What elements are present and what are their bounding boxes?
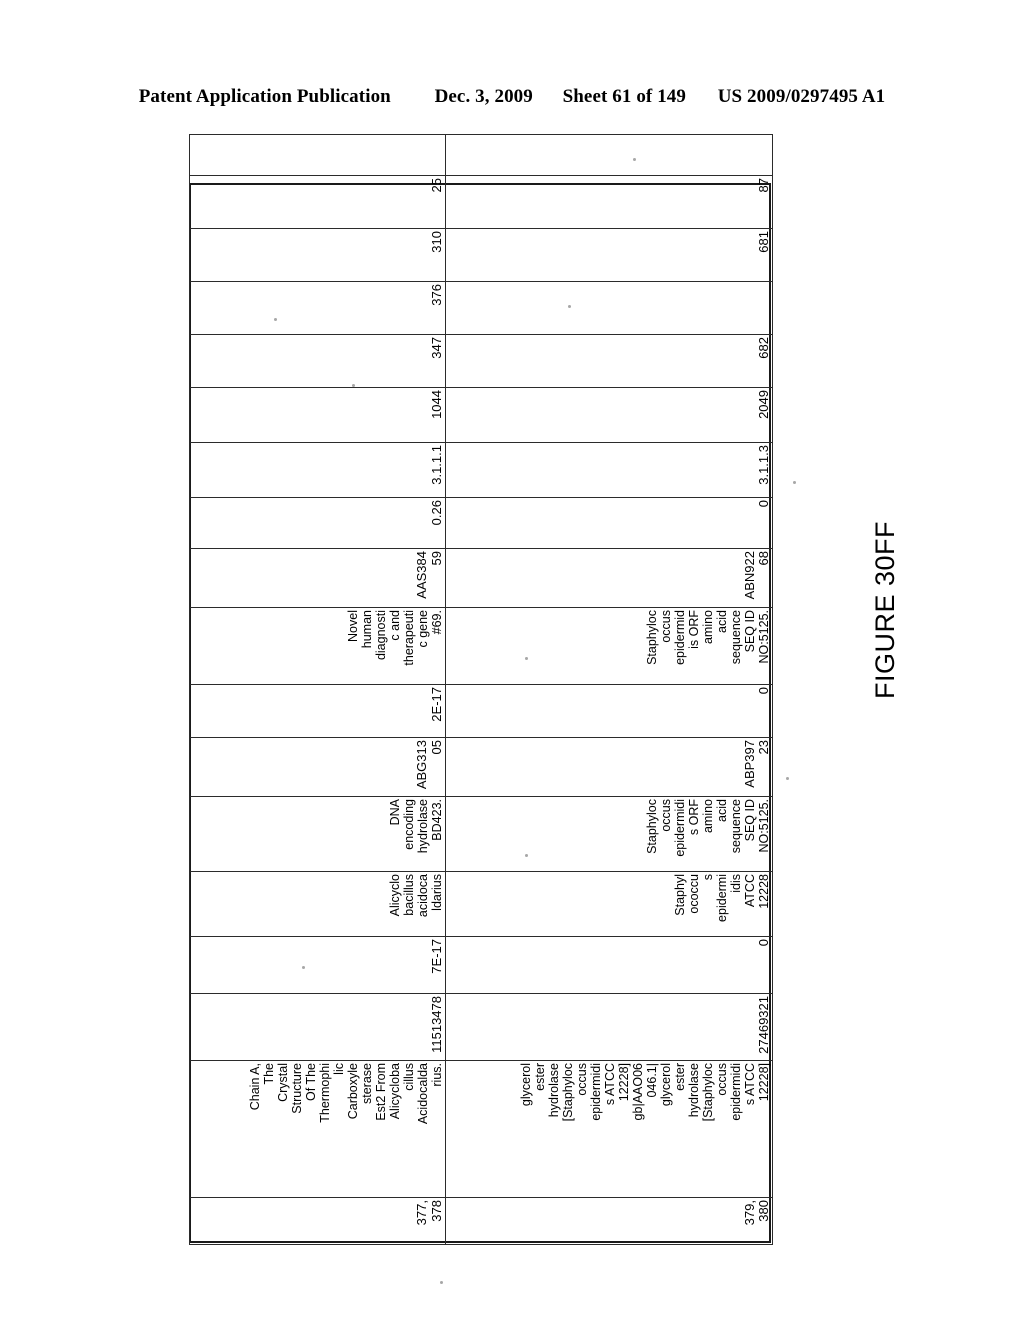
organism-name: Staphyl ococcu s epidermi idis ATCC 12228 — [445, 871, 773, 937]
publication-date: Dec. 3, 2009 — [434, 86, 533, 107]
figure-caption: FIGURE 30FF — [870, 520, 900, 700]
score-value: 0 — [445, 497, 773, 549]
start-value: 347 — [189, 334, 446, 388]
sequence-alignment-table: 377, 378 Chain A, The Crystal Structure Of Th… — [189, 134, 773, 1245]
patent-title-secondary: Staphyloc occus epidermid is ORF amino acid se… — [445, 607, 773, 685]
patent-accession-secondary: AAS384 59 — [189, 548, 446, 608]
evalue-secondary: 2E-17 — [189, 684, 446, 738]
evalue-primary: 0 — [445, 936, 773, 994]
start-value: 682 — [445, 334, 773, 388]
scan-speckle — [568, 305, 571, 308]
end-value — [445, 281, 773, 335]
ec-number: 3.1.1.1 — [189, 442, 446, 498]
page-header: Patent Application Publication Dec. 3, 2… — [0, 86, 1024, 108]
length-value: 2049 — [445, 387, 773, 443]
score-value: 0.26 — [189, 497, 446, 549]
scan-speckle — [786, 777, 789, 780]
scan-speckle — [274, 318, 277, 321]
trailing-blank — [445, 134, 773, 176]
publication-label: Patent Application Publication — [138, 86, 391, 107]
patent-title-secondary: Novel human diagnosti c and therapeuti c gene… — [189, 607, 446, 685]
table-row: 379, 380 glycerol ester hydrolase [Staphyloc… — [445, 134, 773, 1245]
ec-number: 3.1.1.3 — [445, 442, 773, 498]
figure-table-container: 377, 378 Chain A, The Crystal Structure Of Th… — [189, 134, 773, 1245]
scan-speckle — [525, 657, 528, 660]
evalue-secondary: 0 — [445, 684, 773, 738]
scan-speckle — [633, 158, 636, 161]
patent-accession-secondary: ABN922 68 — [445, 548, 773, 608]
sheet-number: Sheet 61 of 149 — [562, 86, 686, 107]
sequence-description: Chain A, The Crystal Structure Of The Thermop… — [189, 1060, 446, 1198]
scan-speckle — [302, 966, 305, 969]
accession-number: 27469321 — [445, 993, 773, 1061]
organism-name: Alicyclo bacillus acidoca ldarius — [189, 871, 446, 937]
identity-value: 25 — [189, 175, 446, 229]
patent-title-primary: DNA encoding hydrolase BD423. — [189, 796, 446, 872]
row-index: 379, 380 — [445, 1197, 773, 1245]
sequence-description: glycerol ester hydrolase [Staphyloc occus epi… — [445, 1060, 773, 1198]
patent-number: US 2009/0297495 A1 — [717, 86, 886, 107]
patent-accession-primary: ABG313 05 — [189, 737, 446, 797]
scan-speckle — [352, 384, 355, 387]
query-length: 310 — [189, 228, 446, 282]
length-value: 1044 — [189, 387, 446, 443]
query-length: 681 — [445, 228, 773, 282]
row-index: 377, 378 — [189, 1197, 446, 1245]
scan-speckle — [793, 481, 796, 484]
patent-accession-primary: ABP397 23 — [445, 737, 773, 797]
table-rotation-layer: 377, 378 Chain A, The Crystal Structure Of Th… — [189, 134, 773, 1245]
identity-value: 87 — [445, 175, 773, 229]
end-value: 376 — [189, 281, 446, 335]
trailing-blank — [189, 134, 446, 176]
evalue-primary: 7E-17 — [189, 936, 446, 994]
table-row: 377, 378 Chain A, The Crystal Structure Of Th… — [189, 134, 446, 1245]
scan-speckle — [440, 1281, 443, 1284]
accession-number: 11513478 — [189, 993, 446, 1061]
scan-speckle — [525, 854, 528, 857]
patent-title-primary: Staphyloc occus epidermidi s ORF amino acid se… — [445, 796, 773, 872]
